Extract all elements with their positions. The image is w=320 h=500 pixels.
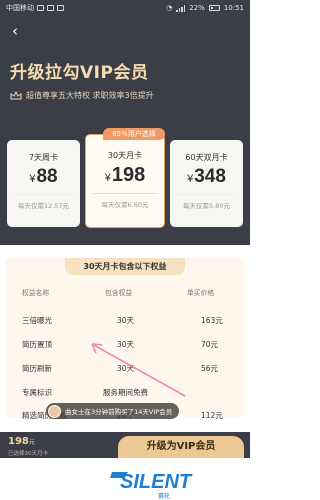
purchase-toast: 曲女士在3分钟前购买了14天VIP会员 xyxy=(46,403,180,419)
svg-text:SILENT: SILENT xyxy=(120,471,193,493)
benefit-price: 56元 xyxy=(201,364,219,373)
checkout-bar: 198元 已选择30天月卡 升级为VIP会员 xyxy=(0,432,250,458)
benefit-name: 专属标识 xyxy=(22,388,52,397)
benefit-price: 70元 xyxy=(201,340,219,349)
clock: 10:51 xyxy=(223,4,244,12)
plan-card-30-days[interactable]: 30天月卡 ¥198 每天仅需6.60元 xyxy=(85,134,165,228)
crown-icon xyxy=(10,90,22,99)
status-bar: 中国移动 ◔ 22% 10:51 xyxy=(0,0,250,16)
benefits-title: 30天月卡包含以下权益 xyxy=(65,258,185,275)
page-title: 升级拉勾VIP会员 xyxy=(10,63,149,83)
carrier-label: 中国移动 xyxy=(6,4,34,12)
benefit-price: 163元 xyxy=(201,316,223,325)
battery-percent: 22% xyxy=(189,4,205,12)
upgrade-vip-button[interactable]: 升级为VIP会员 xyxy=(118,436,244,458)
back-arrow-icon[interactable]: ‹ xyxy=(7,23,23,39)
benefit-price: 112元 xyxy=(201,411,223,420)
toast-message: 曲女士在3分钟前购买了14天VIP会员 xyxy=(65,408,173,416)
sim-icon xyxy=(37,5,44,11)
benefit-included: 30天 xyxy=(117,316,135,325)
plan-daily-price: 每天仅需6.60元 xyxy=(92,193,158,209)
plan-daily-price: 每天仅需5.80元 xyxy=(176,194,237,210)
benefit-name: 三倍曝光 xyxy=(22,316,52,325)
message-icon xyxy=(47,5,54,11)
avatar xyxy=(48,404,61,418)
wifi-icon: ◔ xyxy=(166,4,173,12)
plan-selector: 85%用户选择 7天周卡 ¥88 每天仅需12.57元 30天月卡 ¥198 每… xyxy=(7,120,243,228)
benefit-name: 简历置顶 xyxy=(22,340,52,349)
plan-price: ¥198 xyxy=(104,164,146,186)
plan-price: ¥88 xyxy=(29,166,58,187)
silent-logo: SILENT 赛轮 xyxy=(110,471,193,500)
svg-text:赛轮: 赛轮 xyxy=(158,492,170,500)
notification-icon xyxy=(57,5,64,11)
page-subtitle: 超值尊享五大特权 求职效率3倍提升 xyxy=(10,90,154,101)
footer: SILENT 赛轮 xyxy=(0,458,250,500)
header-included: 包含权益 xyxy=(105,289,133,297)
plan-name: 30天月卡 xyxy=(107,151,143,160)
header-price: 单买价格 xyxy=(187,289,215,297)
popular-badge: 85%用户选择 xyxy=(103,128,165,140)
signal-icon xyxy=(176,4,186,12)
plan-price: ¥348 xyxy=(187,166,226,187)
annotation-arrow-icon xyxy=(91,343,186,397)
plan-name: 60天双月卡 xyxy=(185,153,228,162)
plan-card-60-days[interactable]: 60天双月卡 ¥348 每天仅需5.80元 xyxy=(170,140,243,227)
plan-daily-price: 每天仅需12.57元 xyxy=(13,194,74,210)
battery-icon xyxy=(208,5,220,11)
selected-plan-label: 已选择30天月卡 xyxy=(8,451,48,457)
plan-name: 7天周卡 xyxy=(28,153,59,162)
benefit-name: 简历刷新 xyxy=(22,364,52,373)
subtitle-text: 超值尊享五大特权 求职效率3倍提升 xyxy=(26,91,154,100)
header-benefit-name: 权益名称 xyxy=(22,289,50,297)
plan-card-7-days[interactable]: 7天周卡 ¥88 每天仅需12.57元 xyxy=(7,140,80,227)
vip-header: ‹ 升级拉勾VIP会员 超值尊享五大特权 求职效率3倍提升 85%用户选择 7天… xyxy=(0,16,250,245)
total-price: 198元 xyxy=(8,436,35,447)
